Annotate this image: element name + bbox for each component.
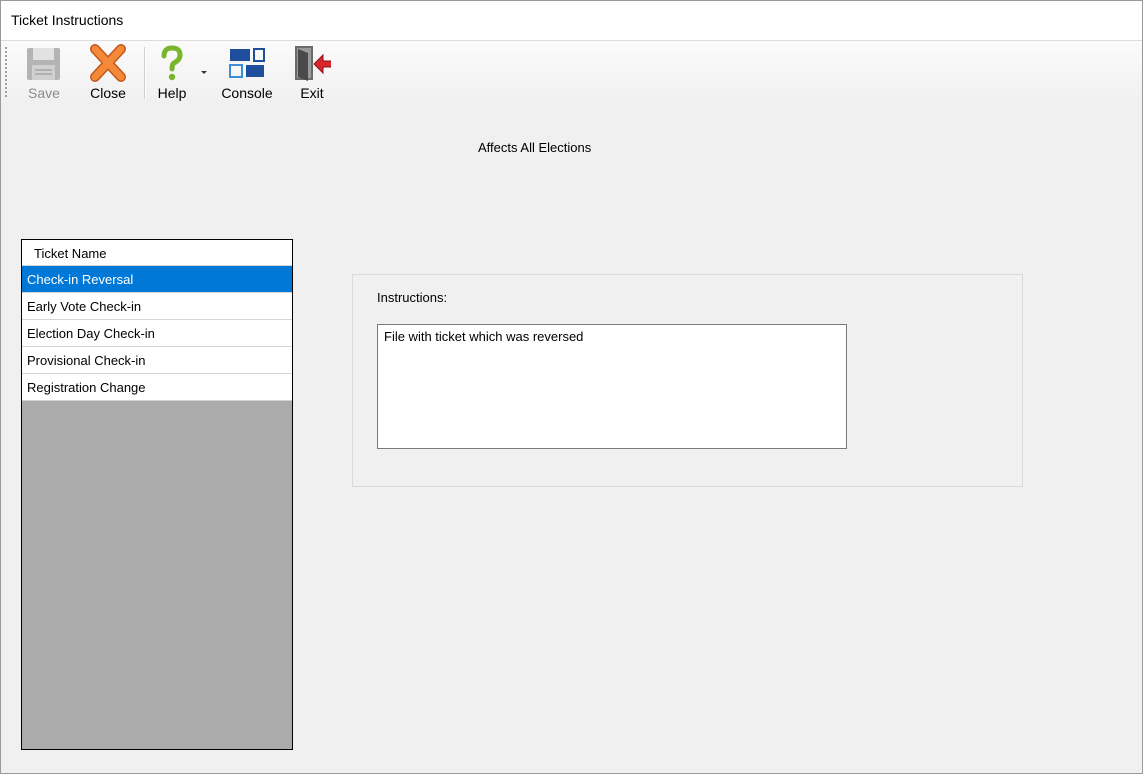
ticket-name-cell: Election Day Check-in [27, 326, 155, 341]
console-label: Console [221, 85, 273, 101]
grid-column-header[interactable]: Ticket Name [22, 240, 292, 266]
exit-label: Exit [300, 85, 324, 101]
toolbar-grip[interactable] [5, 47, 7, 97]
toolbar: Save Close Help Console Exit [1, 41, 1142, 103]
ticket-name-cell: Check-in Reversal [27, 272, 134, 287]
ticket-name-cell: Early Vote Check-in [27, 299, 142, 314]
ticket-row-registration-change[interactable]: Registration Change [22, 374, 292, 401]
ticket-name-cell: Registration Change [27, 380, 146, 395]
instructions-label: Instructions: [377, 290, 448, 305]
exit-button[interactable]: Exit [293, 41, 334, 103]
instructions-panel: Instructions: File with ticket which was… [352, 274, 1023, 487]
floppy-disk-icon [25, 43, 63, 83]
console-button[interactable]: Console [219, 41, 275, 103]
help-label: Help [157, 85, 187, 101]
ticket-row-check-in-reversal[interactable]: Check-in Reversal [22, 266, 292, 293]
help-icon [153, 43, 191, 83]
ticket-grid[interactable]: Ticket Name Check-in Reversal Early Vote… [21, 239, 293, 750]
close-button[interactable]: Close [87, 41, 129, 103]
close-label: Close [90, 85, 126, 101]
ticket-row-provisional-check-in[interactable]: Provisional Check-in [22, 347, 292, 374]
instructions-textbox[interactable]: File with ticket which was reversed [377, 324, 847, 449]
console-icon [228, 43, 266, 83]
application-window: Ticket Instructions Save Close Help Cons… [0, 0, 1143, 774]
save-label: Save [28, 85, 60, 101]
ticket-row-early-vote-check-in[interactable]: Early Vote Check-in [22, 293, 292, 320]
ticket-row-election-day-check-in[interactable]: Election Day Check-in [22, 320, 292, 347]
title-bar: Ticket Instructions [1, 1, 1142, 41]
close-icon [89, 43, 127, 83]
help-dropdown-arrow-icon[interactable] [201, 71, 207, 74]
help-button[interactable]: Help [153, 41, 191, 103]
scope-label: Affects All Elections [478, 140, 592, 155]
exit-icon [293, 43, 334, 83]
column-header-ticket-name: Ticket Name [34, 246, 107, 261]
save-button[interactable]: Save [25, 41, 63, 103]
ticket-name-cell: Provisional Check-in [27, 353, 146, 368]
toolbar-separator [144, 47, 146, 99]
window-title: Ticket Instructions [11, 12, 124, 28]
